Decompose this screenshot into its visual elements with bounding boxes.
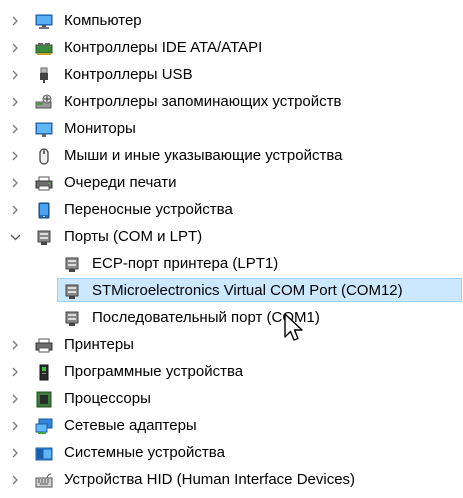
- tree-item-ide-controllers[interactable]: Контроллеры IDE ATA/ATAPI: [0, 34, 463, 61]
- storage-controller-icon: [35, 93, 53, 110]
- chevron-right-icon[interactable]: [8, 34, 22, 61]
- tree-item-label: Переносные устройства: [64, 201, 233, 218]
- monitor-icon: [35, 120, 53, 137]
- port-icon: [35, 228, 53, 245]
- tree-item-label: Контроллеры запоминающих устройств: [64, 93, 342, 110]
- tree-item-label: Программные устройства: [64, 363, 244, 380]
- tree-item-print-queues[interactable]: Очереди печати: [0, 169, 463, 196]
- chevron-right-icon[interactable]: [8, 439, 22, 466]
- chevron-right-icon[interactable]: [8, 7, 22, 34]
- tree-item-system-devices[interactable]: Системные устройства: [0, 439, 463, 466]
- tree-item-processors[interactable]: Процессоры: [0, 385, 463, 412]
- tree-item-com12[interactable]: STMicroelectronics Virtual COM Port (COM…: [0, 277, 463, 304]
- tree-item-hid-devices[interactable]: Устройства HID (Human Interface Devices): [0, 466, 463, 493]
- tree-item-label: Очереди печати: [64, 174, 177, 191]
- ide-controller-icon: [35, 39, 53, 56]
- hid-icon: [35, 471, 53, 488]
- tree-item-computer[interactable]: Компьютер: [0, 7, 463, 34]
- printer-icon: [35, 336, 53, 353]
- mouse-icon: [35, 147, 53, 165]
- tree-item-storage-controllers[interactable]: Контроллеры запоминающих устройств: [0, 88, 463, 115]
- portable-device-icon: [35, 201, 53, 219]
- tree-item-monitors[interactable]: Мониторы: [0, 115, 463, 142]
- tree-item-network-adapters[interactable]: Сетевые адаптеры: [0, 412, 463, 439]
- chevron-right-icon[interactable]: [8, 196, 22, 223]
- chevron-down-icon[interactable]: [8, 223, 22, 250]
- tree-item-label: STMicroelectronics Virtual COM Port (COM…: [92, 282, 403, 299]
- port-icon: [63, 309, 81, 326]
- software-device-icon: [35, 363, 53, 381]
- device-manager-tree: Компьютер Контроллеры IDE ATA/ATAPI Конт…: [0, 7, 463, 493]
- tree-item-label: Контроллеры USB: [64, 66, 193, 83]
- tree-item-mice[interactable]: Мыши и иные указывающие устройства: [0, 142, 463, 169]
- computer-icon: [35, 12, 53, 29]
- tree-item-label: Компьютер: [64, 12, 142, 29]
- tree-item-label: Принтеры: [64, 336, 134, 353]
- tree-item-label: ECP-порт принтера (LPT1): [92, 255, 279, 272]
- tree-item-printers[interactable]: Принтеры: [0, 331, 463, 358]
- tree-item-ports[interactable]: Порты (COM и LPT): [0, 223, 463, 250]
- chevron-right-icon[interactable]: [8, 61, 22, 88]
- tree-item-label: Мониторы: [64, 120, 136, 137]
- processor-icon: [35, 390, 53, 408]
- tree-item-label: Мыши и иные указывающие устройства: [64, 147, 343, 164]
- print-queue-icon: [35, 174, 53, 191]
- tree-item-software-devices[interactable]: Программные устройства: [0, 358, 463, 385]
- tree-item-label: Системные устройства: [64, 444, 225, 461]
- port-icon: [63, 255, 81, 272]
- network-adapter-icon: [35, 417, 53, 434]
- tree-item-usb-controllers[interactable]: Контроллеры USB: [0, 61, 463, 88]
- tree-item-label: Процессоры: [64, 390, 151, 407]
- system-device-icon: [35, 444, 53, 461]
- tree-item-label: Контроллеры IDE ATA/ATAPI: [64, 39, 263, 56]
- chevron-right-icon[interactable]: [8, 331, 22, 358]
- chevron-right-icon[interactable]: [8, 169, 22, 196]
- tree-item-portable-devices[interactable]: Переносные устройства: [0, 196, 463, 223]
- tree-item-com1[interactable]: Последовательный порт (COM1): [0, 304, 463, 331]
- tree-item-label: Сетевые адаптеры: [64, 417, 197, 434]
- chevron-right-icon[interactable]: [8, 358, 22, 385]
- chevron-right-icon[interactable]: [8, 412, 22, 439]
- chevron-right-icon[interactable]: [8, 88, 22, 115]
- port-icon: [63, 282, 81, 299]
- chevron-right-icon[interactable]: [8, 466, 22, 493]
- chevron-right-icon[interactable]: [8, 385, 22, 412]
- tree-item-label: Устройства HID (Human Interface Devices): [64, 471, 356, 488]
- tree-item-lpt1[interactable]: ECP-порт принтера (LPT1): [0, 250, 463, 277]
- tree-item-label: Порты (COM и LPT): [64, 228, 203, 245]
- chevron-right-icon[interactable]: [8, 115, 22, 142]
- usb-icon: [35, 66, 53, 83]
- mouse-pointer-icon: [284, 313, 303, 341]
- chevron-right-icon[interactable]: [8, 142, 22, 169]
